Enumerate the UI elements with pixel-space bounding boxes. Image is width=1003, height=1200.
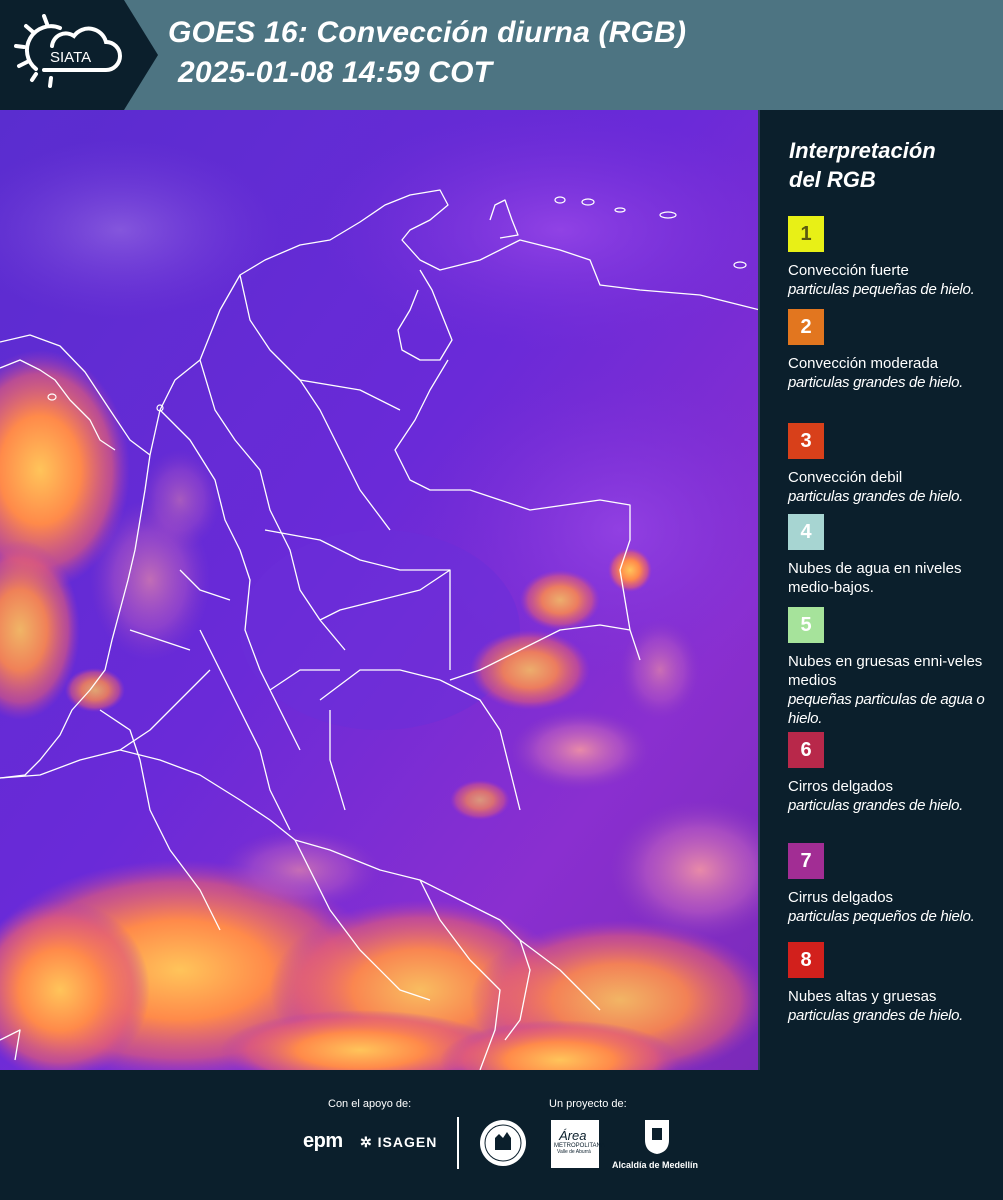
legend-item-desc: particulas pequeños de hielo.	[788, 908, 975, 925]
footer-divider	[457, 1117, 459, 1169]
legend-swatch: 6	[788, 732, 824, 768]
alcaldia-shield-icon	[645, 1120, 669, 1154]
legend-title: Interpretación del RGB	[789, 136, 989, 194]
seal-logo	[480, 1120, 526, 1166]
footer: Con el apoyo de: Un proyecto de: epm ✲ I…	[0, 1070, 1003, 1200]
legend-swatch: 4	[788, 514, 824, 550]
isagen-logo: ✲ ISAGEN	[360, 1134, 438, 1150]
area-metropolitana-logo: Área METROPOLITANA Valle de Aburrá	[551, 1120, 605, 1168]
alcaldia-text: Alcaldía de Medellín	[612, 1160, 699, 1170]
legend-item-desc: particulas grandes de hielo.	[788, 797, 964, 814]
project-caption: Un proyecto de:	[549, 1098, 627, 1110]
title-line-1: GOES 16: Convección diurna (RGB)	[168, 16, 687, 49]
legend-item-desc: particulas grandes de hielo.	[788, 488, 964, 505]
legend-item-3: 3 Convección debil particulas grandes de h…	[788, 423, 998, 506]
area-logo-title: Área	[559, 1128, 587, 1143]
legend-item-7: 7 Cirrus delgados particulas pequeños de h…	[788, 843, 998, 926]
svg-text:SIATA: SIATA	[50, 49, 91, 66]
epm-logo: epm	[303, 1130, 343, 1152]
legend-item-name: Nubes en gruesas enni-veles medios	[788, 653, 983, 689]
legend-item-5: 5 Nubes en gruesas enni-veles medios peque…	[788, 607, 998, 728]
legend-item-4: 4 Nubes de agua en niveles medio-bajos.	[788, 514, 998, 597]
legend-item-desc: particulas grandes de hielo.	[788, 1007, 964, 1024]
legend-item-desc: particulas pequeñas de hielo.	[788, 281, 975, 298]
logo-block: SIATA	[0, 0, 158, 110]
legend-item-name: Convección moderada	[788, 355, 939, 372]
satellite-map[interactable]	[0, 110, 760, 1070]
legend-swatch: 2	[788, 309, 824, 345]
legend-item-2: 2 Convección moderada particulas grandes d…	[788, 309, 998, 392]
legend-swatch: 1	[788, 216, 824, 252]
legend-item-desc: particulas grandes de hielo.	[788, 374, 964, 391]
header-bar: SIATA GOES 16: Convección diurna (RGB) 2…	[0, 0, 1003, 110]
satellite-image	[0, 110, 760, 1070]
title-line-2: 2025-01-08 14:59 COT	[178, 56, 493, 89]
legend-item-8: 8 Nubes altas y gruesas particulas grandes…	[788, 942, 998, 1025]
legend-item-name: Convección debil	[788, 469, 903, 486]
area-logo-sub2: Valle de Aburrá	[557, 1149, 591, 1155]
isagen-logo-text: ISAGEN	[377, 1134, 438, 1150]
legend-item-1: 1 Convección fuerte particulas pequeñas de…	[788, 216, 998, 299]
legend-title-line-1: Interpretación	[789, 138, 936, 163]
siata-logo: SIATA	[14, 14, 122, 88]
support-caption: Con el apoyo de:	[328, 1098, 412, 1110]
legend-item-desc: pequeñas particulas de agua o hielo.	[788, 691, 985, 727]
legend-swatch: 8	[788, 942, 824, 978]
legend-title-line-2: del RGB	[789, 167, 876, 192]
legend-swatch: 3	[788, 423, 824, 459]
legend-panel: Interpretación del RGB 1 Convección fuert…	[760, 110, 1003, 1070]
legend-swatch: 5	[788, 607, 824, 643]
legend-item-name: Nubes altas y gruesas	[788, 988, 937, 1005]
legend-item-name: Convección fuerte	[788, 262, 909, 279]
legend-item-name: Nubes de agua en niveles medio-bajos.	[788, 560, 962, 596]
legend-item-6: 6 Cirros delgados particulas grandes de hi…	[788, 732, 998, 815]
legend-item-name: Cirros delgados	[788, 778, 894, 795]
legend-item-name: Cirrus delgados	[788, 889, 894, 906]
legend-swatch: 7	[788, 843, 824, 879]
